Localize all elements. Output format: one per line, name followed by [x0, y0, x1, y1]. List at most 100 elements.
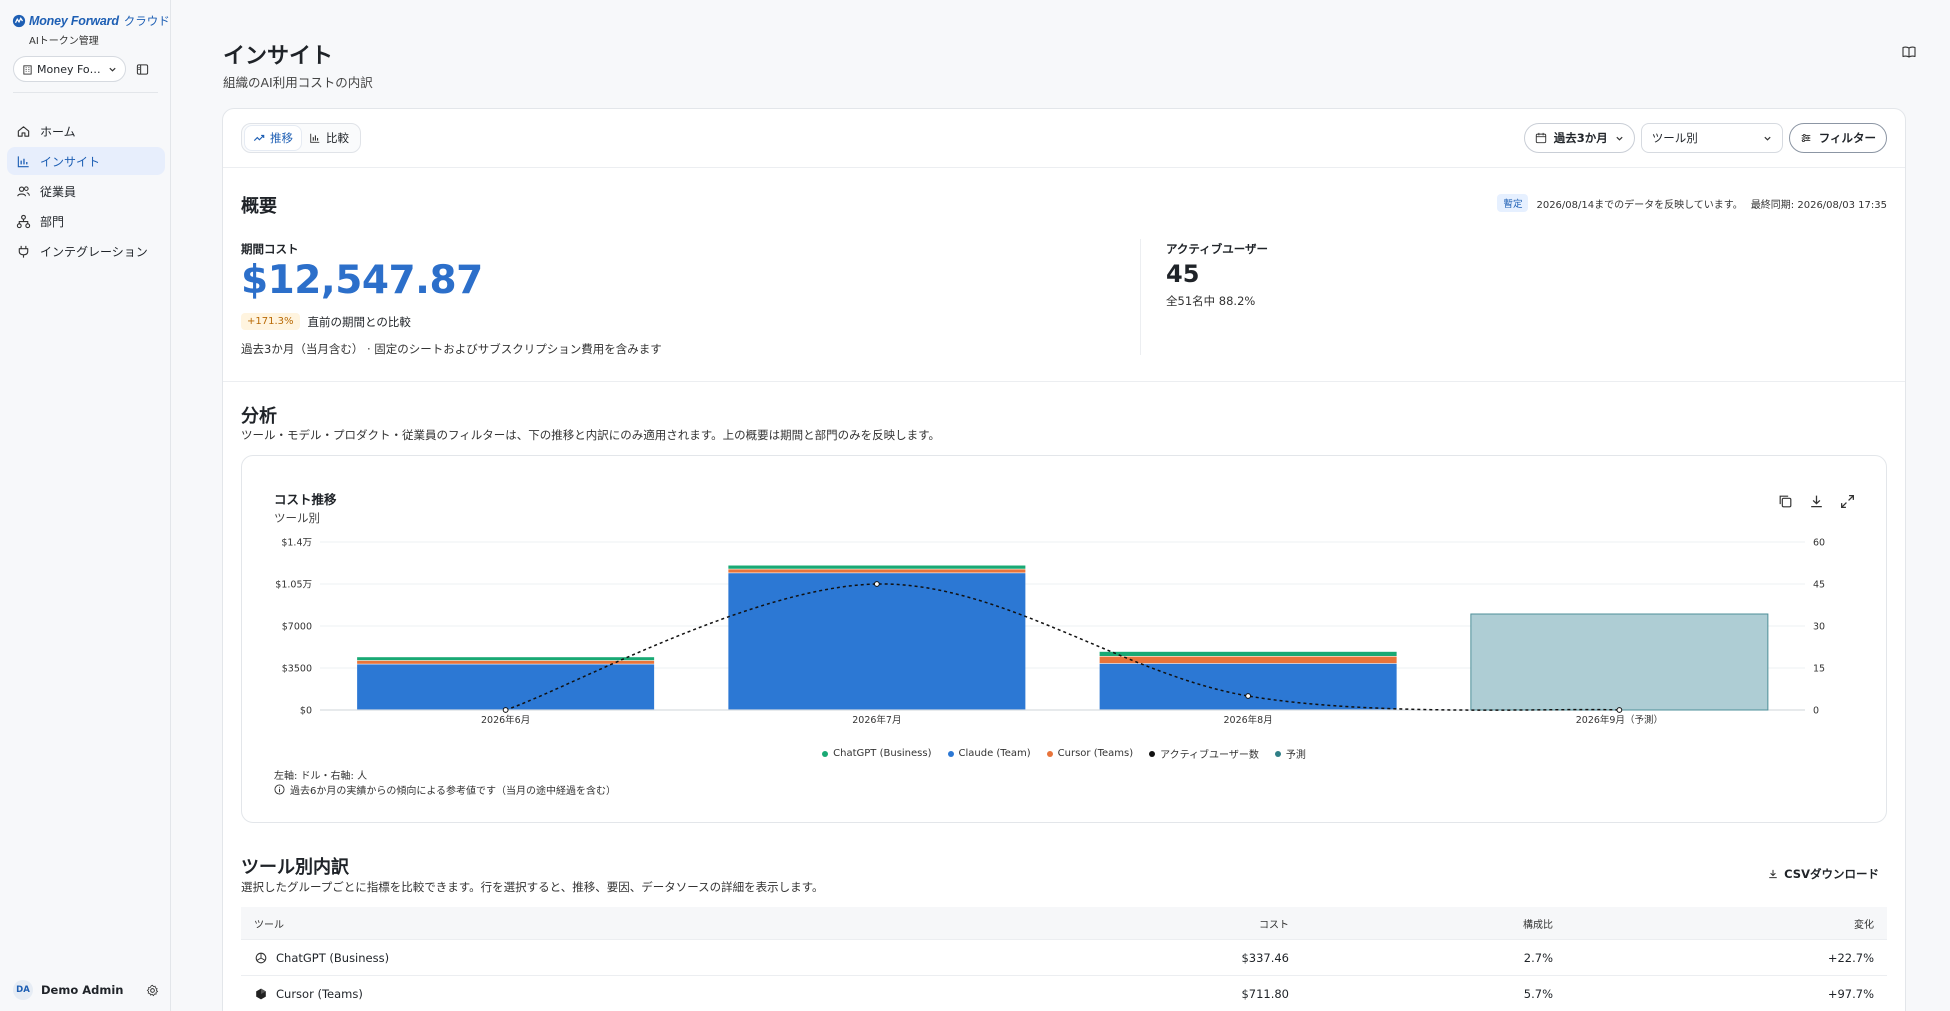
change-badge: +171.3% [241, 313, 300, 330]
sidebar-item-insights[interactable]: インサイト [7, 147, 165, 175]
column-header-tool[interactable]: ツール [241, 916, 1001, 931]
sidebar-divider [13, 92, 158, 93]
bar- [1470, 613, 1769, 711]
page-title: インサイト [223, 44, 334, 69]
y-right-tick-label: 0 [1813, 706, 1819, 717]
group-by-label: ツール別 [1651, 131, 1698, 145]
sidebar-item-label: 部門 [40, 214, 65, 229]
status-text: 2026/08/14までのデータを反映しています。 [1536, 199, 1743, 211]
table-header: ツール コスト 構成比 変化 [241, 907, 1887, 940]
tab-trend[interactable]: 推移 [245, 126, 301, 150]
legend-item[interactable]: 予測 [1274, 746, 1306, 761]
column-header-share[interactable]: 構成比 [1289, 916, 1553, 931]
y-right-tick-label: 30 [1813, 622, 1825, 633]
brand-suffix: クラウド [123, 14, 170, 28]
legend-item[interactable]: ChatGPT (Business) [822, 746, 932, 761]
user-name: Demo Admin [41, 983, 124, 997]
insights-card: 推移 比較 過去3か月 ツール別 フィルター 概要 暫定 2026/08/14ま… [222, 108, 1906, 1011]
x-tick-label: 2026年8月 [1224, 714, 1273, 726]
sidebar-item-integrations[interactable]: インテグレーション [7, 237, 165, 265]
x-tick-label: 2026年7月 [852, 714, 901, 726]
legend-label: ChatGPT (Business) [833, 748, 932, 759]
period-select[interactable]: 過去3か月 [1523, 123, 1635, 153]
sidebar-item-label: インテグレーション [40, 244, 148, 259]
csv-download-button[interactable]: CSVダウンロード [1767, 866, 1879, 882]
table-row[interactable]: ChatGPT (Business) $337.46 2.7% +22.7% [241, 940, 1887, 976]
change-cell: +97.7% [1827, 986, 1874, 1001]
breakdown-title: ツール別内訳 [241, 857, 349, 878]
y-right-tick-label: 45 [1813, 580, 1825, 591]
user-menu[interactable]: DA Demo Admin [13, 980, 159, 1000]
org-tree-icon [16, 214, 31, 228]
active-users-ratio: 全51名中 88.2% [1166, 294, 1256, 308]
active-users-line [505, 583, 1620, 711]
change-cell: +22.7% [1827, 950, 1874, 965]
table-row[interactable]: Cursor (Teams) $711.80 5.7% +97.7% [241, 976, 1887, 1011]
tab-label: 比較 [326, 131, 349, 145]
tab-compare[interactable]: 比較 [301, 126, 357, 150]
active-users-point [1245, 693, 1252, 699]
sidebar-item-departments[interactable]: 部門 [7, 207, 165, 235]
last-sync-text: 最終同期: 2026/08/03 17:35 [1750, 199, 1887, 211]
tool-name: ChatGPT (Business) [276, 950, 390, 965]
users-icon [17, 185, 30, 196]
sidebar-toggle-icon[interactable] [136, 63, 149, 76]
sidebar-item-label: ホーム [40, 124, 76, 139]
period-label: 過去3か月 [1553, 131, 1608, 145]
bar-chatgpt-business [1099, 651, 1397, 656]
active-users-point [1616, 707, 1623, 713]
y-left-tick-label: $7000 [282, 622, 312, 633]
bar-chart-icon [310, 133, 320, 143]
legend-label: アクティブユーザー数 [1160, 750, 1259, 761]
column-header-cost[interactable]: コスト [1001, 916, 1289, 931]
sidebar-item-home[interactable]: ホーム [7, 117, 165, 145]
bar-claude-team [728, 573, 1026, 710]
y-right-tick-label: 15 [1813, 664, 1825, 675]
book-icon[interactable] [1901, 44, 1917, 60]
analysis-subtitle: ツール・モデル・プロダクト・従業員のフィルターは、下の推移と内訳にのみ適用されま… [241, 428, 940, 442]
legend-swatch [1274, 750, 1281, 757]
legend-item[interactable]: Cursor (Teams) [1046, 746, 1133, 761]
column-header-change[interactable]: 変化 [1553, 916, 1874, 931]
chart-axes-note: 左軸: ドル・右軸: 人 [274, 771, 368, 782]
bar-claude-team [1099, 663, 1397, 710]
brand-logo[interactable]: Money Forward クラウド AIトークン管理 [12, 13, 170, 47]
period-cost-value: $12,547.87 [241, 258, 483, 303]
cost-trend-chart: コスト推移 ツール別 $0 $3500 $7000 $1.05万 $1.4万 0 15 30 4… [241, 455, 1887, 823]
bar-chart-icon [17, 155, 29, 167]
sidebar-item-label: 従業員 [40, 184, 77, 199]
legend-item[interactable]: アクティブユーザー数 [1149, 746, 1259, 761]
share-cell: 2.7% [1523, 950, 1553, 965]
legend-label: 予測 [1285, 750, 1306, 761]
money-forward-logo-icon [12, 14, 26, 28]
sidebar-item-employees[interactable]: 従業員 [7, 177, 165, 205]
x-tick-label: 2026年6月 [481, 714, 530, 726]
info-icon [274, 784, 285, 795]
period-cost-label: 期間コスト [241, 242, 299, 256]
brand-product: AIトークン管理 [29, 36, 99, 47]
openai-icon [255, 952, 267, 963]
page-subtitle: 組織のAI利用コストの内訳 [223, 75, 373, 90]
download-icon [1769, 869, 1777, 879]
filter-button[interactable]: フィルター [1788, 123, 1887, 153]
y-left-tick-label: $3500 [282, 664, 312, 675]
csv-download-label: CSVダウンロード [1784, 867, 1879, 881]
legend-label: Claude (Team) [958, 748, 1031, 759]
cost-note: 過去3か月（当月含む） · 固定のシートおよびサブスクリプション費用を含みます [241, 342, 662, 356]
breakdown-subtitle: 選択したグループごとに指標を比較できます。行を選択すると、推移、要因、データソー… [241, 880, 824, 894]
forecast-note-text: 過去6か月の実績からの傾向による参考値です（当月の途中経過を含む） [290, 786, 617, 797]
x-tick-label: 2026年9月（予測） [1576, 714, 1663, 726]
y-left-tick-label: $0 [300, 706, 312, 717]
legend-item[interactable]: Claude (Team) [947, 746, 1031, 761]
sliders-icon [1801, 133, 1811, 143]
view-mode-toggle: 推移 比較 [241, 123, 361, 153]
breakdown-table: ツール コスト 構成比 変化 ChatGPT (Business) $337.4… [241, 907, 1887, 1011]
share-cell: 5.7% [1523, 986, 1553, 1001]
org-name: Money Fo… [37, 62, 101, 76]
org-selector[interactable]: Money Fo… [13, 56, 126, 82]
calendar-icon [1535, 132, 1546, 144]
group-by-select[interactable]: ツール別 [1640, 123, 1783, 153]
gear-icon[interactable] [146, 984, 159, 997]
sidebar: Money Forward クラウド AIトークン管理 Money Fo… ホー… [0, 0, 171, 1011]
avatar: DA [13, 980, 33, 1000]
